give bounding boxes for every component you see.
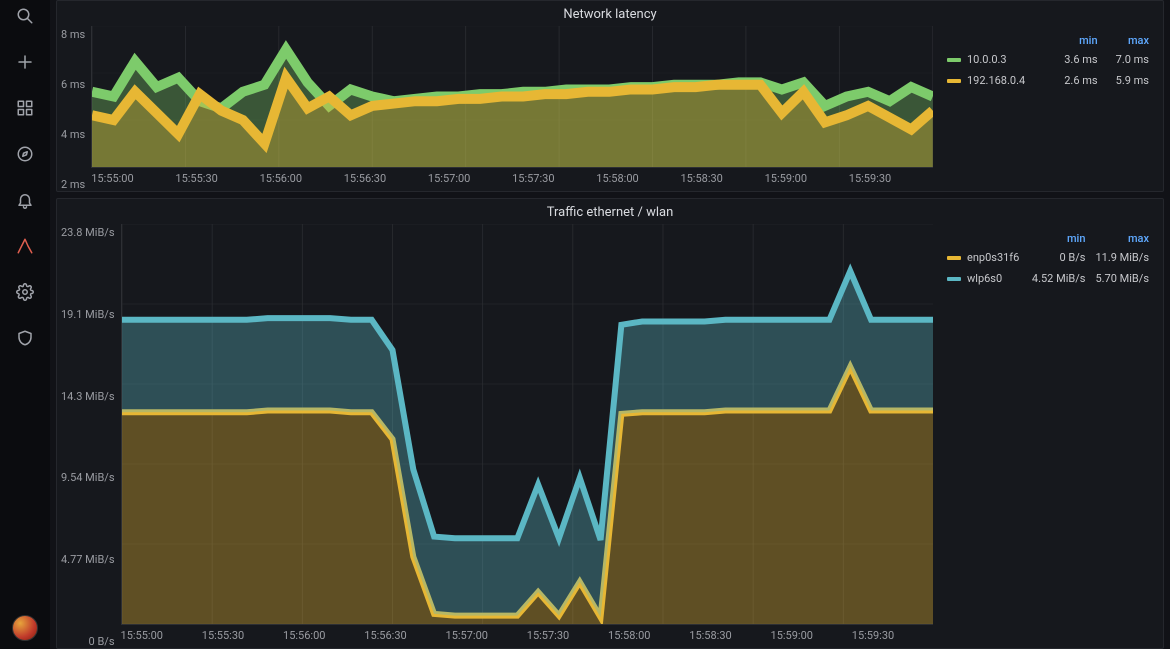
shield-icon[interactable] <box>13 326 37 350</box>
alerting-icon[interactable] <box>13 188 37 212</box>
legend-header-min[interactable]: min <box>1050 32 1101 49</box>
y-axis-labels: 8 ms6 ms4 ms2 ms <box>57 26 91 191</box>
chart-traffic[interactable]: 23.8 MiB/s19.1 MiB/s14.3 MiB/s9.54 MiB/s… <box>57 224 933 648</box>
nav-sidebar <box>0 0 50 649</box>
panel-traffic: Traffic ethernet / wlan 23.8 MiB/s19.1 M… <box>56 198 1164 649</box>
x-axis-labels: 15:55:0015:55:3015:56:0015:56:3015:57:00… <box>121 625 933 648</box>
legend-row[interactable]: 192.168.0.42.6 ms5.9 ms <box>943 70 1153 91</box>
dashboards-icon[interactable] <box>13 96 37 120</box>
plot-area[interactable] <box>121 224 933 625</box>
legend-traffic: min max enp0s31f60 B/s11.9 MiB/swlp6s04.… <box>933 224 1163 648</box>
legend-header-min[interactable]: min <box>1026 230 1090 247</box>
x-axis-labels: 15:55:0015:55:3015:56:0015:56:3015:57:00… <box>91 168 933 191</box>
plus-icon[interactable] <box>13 50 37 74</box>
legend-latency: min max 10.0.0.33.6 ms7.0 ms192.168.0.42… <box>933 26 1163 191</box>
explore-icon[interactable] <box>13 142 37 166</box>
plot-area[interactable] <box>91 26 933 168</box>
admin-icon[interactable] <box>13 234 37 258</box>
legend-row[interactable]: wlp6s04.52 MiB/s5.70 MiB/s <box>943 268 1153 289</box>
legend-row[interactable]: enp0s31f60 B/s11.9 MiB/s <box>943 247 1153 268</box>
y-axis-labels: 23.8 MiB/s19.1 MiB/s14.3 MiB/s9.54 MiB/s… <box>57 224 121 648</box>
avatar[interactable] <box>12 615 38 641</box>
chart-latency[interactable]: 8 ms6 ms4 ms2 ms 15:55:0015:55:3015:56:0… <box>57 26 933 191</box>
legend-header-max[interactable]: max <box>1102 32 1153 49</box>
settings-icon[interactable] <box>13 280 37 304</box>
main-content: Network latency 8 ms6 ms4 ms2 ms 15:55:0… <box>50 0 1170 649</box>
panel-title: Network latency <box>57 1 1163 26</box>
legend-row[interactable]: 10.0.0.33.6 ms7.0 ms <box>943 49 1153 70</box>
legend-header-max[interactable]: max <box>1089 230 1153 247</box>
panel-network-latency: Network latency 8 ms6 ms4 ms2 ms 15:55:0… <box>56 0 1164 192</box>
panel-title: Traffic ethernet / wlan <box>57 199 1163 224</box>
search-icon[interactable] <box>13 4 37 28</box>
